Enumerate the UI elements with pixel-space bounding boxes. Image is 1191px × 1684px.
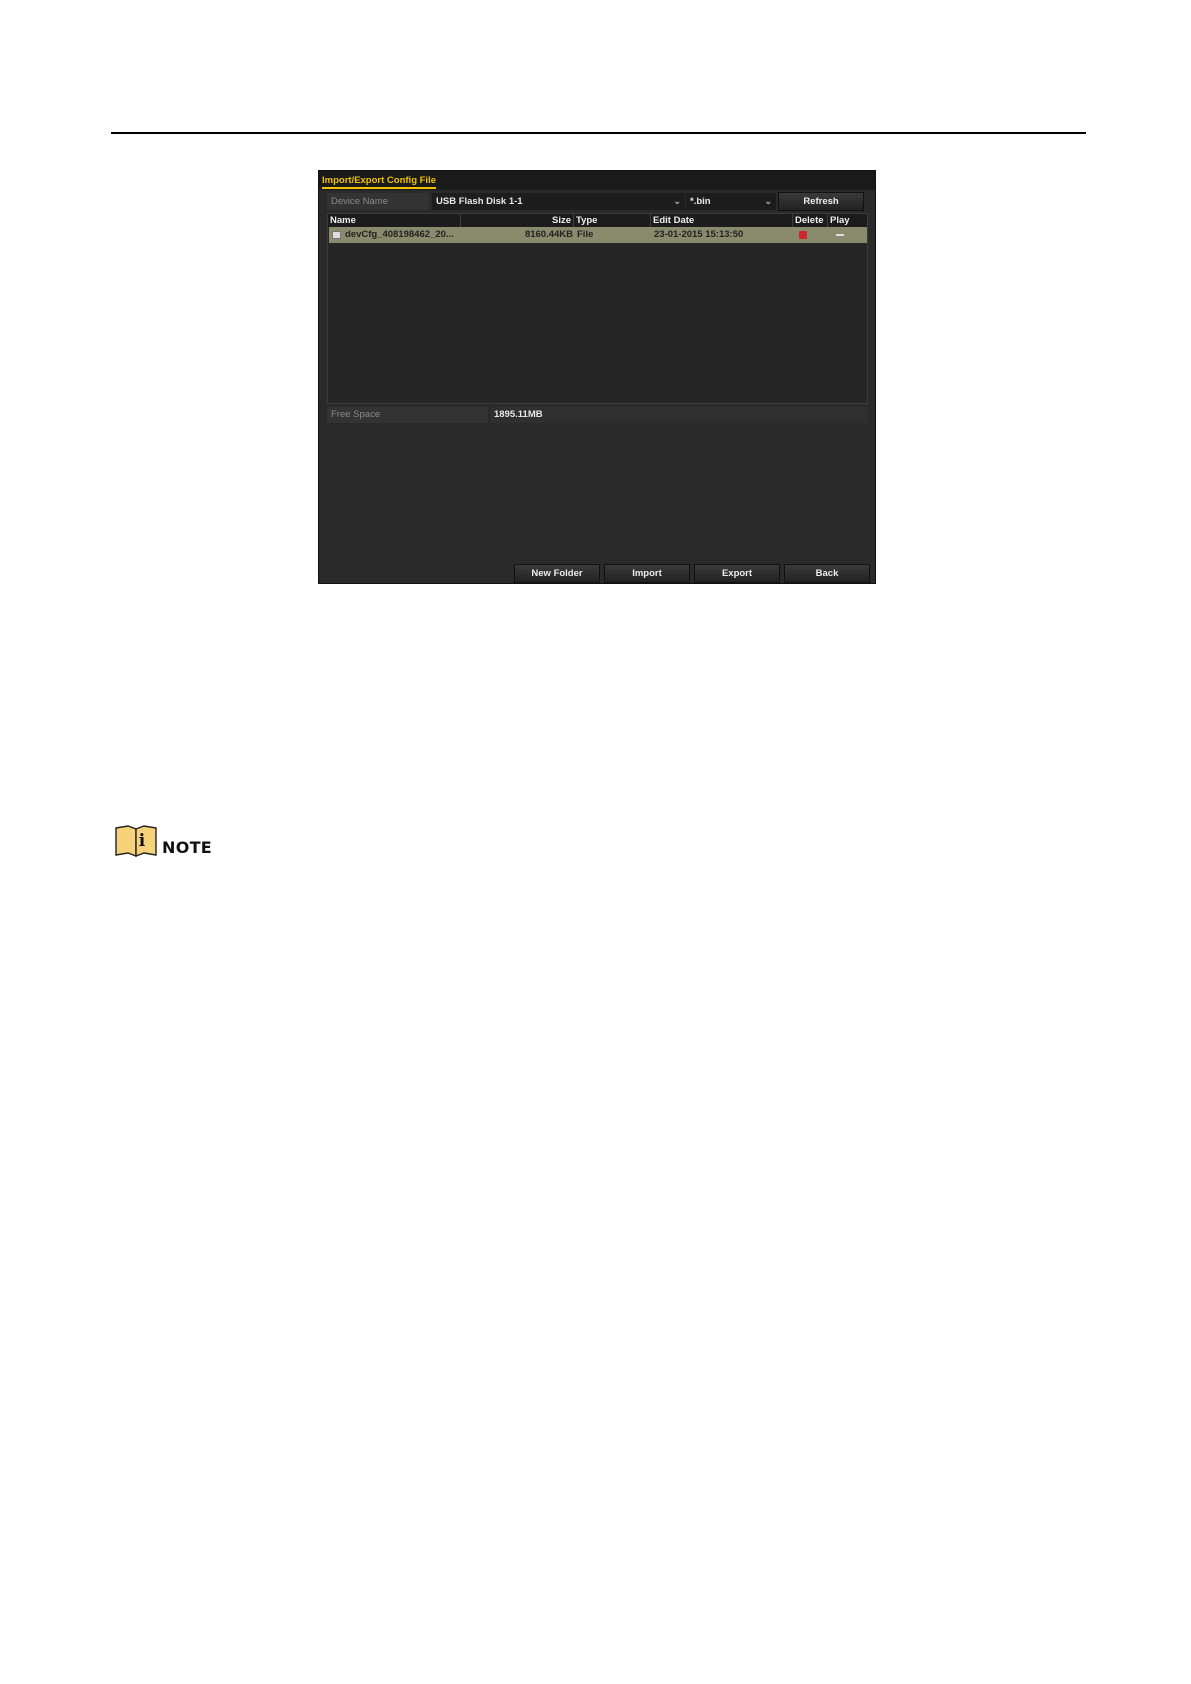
chevron-down-icon: ⌄ bbox=[673, 196, 681, 206]
column-header-type[interactable]: Type bbox=[574, 214, 651, 227]
device-name-value: USB Flash Disk 1-1 bbox=[436, 196, 523, 207]
file-size: 8160.44KB bbox=[524, 229, 573, 240]
play-unavailable-icon bbox=[836, 234, 844, 236]
header-rule bbox=[111, 132, 1086, 134]
import-button[interactable]: Import bbox=[604, 564, 690, 583]
file-icon bbox=[332, 231, 341, 239]
delete-icon[interactable] bbox=[799, 231, 807, 239]
dvr-dialog: Import/Export Config File Device Name US… bbox=[318, 170, 876, 584]
file-type: File bbox=[577, 229, 594, 240]
column-header-delete: Delete bbox=[793, 214, 828, 227]
table-row[interactable]: devCfg_408198462_20... 8160.44KB File 23… bbox=[329, 227, 867, 243]
dialog-header: Import/Export Config File bbox=[319, 171, 875, 190]
file-filter-value: *.bin bbox=[690, 196, 711, 207]
column-header-play: Play bbox=[830, 215, 850, 226]
table-header: Name Size Type Edit Date Delete Play bbox=[328, 214, 867, 227]
file-edit-date: 23-01-2015 15:13:50 bbox=[654, 229, 744, 240]
device-name-label: Device Name bbox=[327, 193, 429, 210]
file-table: Name Size Type Edit Date Delete Play dev… bbox=[327, 213, 868, 404]
free-space-value: 1895.11MB bbox=[490, 407, 868, 423]
back-button[interactable]: Back bbox=[784, 564, 870, 583]
device-name-select[interactable]: USB Flash Disk 1-1 ⌄ bbox=[432, 193, 685, 210]
column-header-edit-date[interactable]: Edit Date bbox=[651, 214, 793, 227]
svg-text:i: i bbox=[139, 831, 146, 851]
file-filter-select[interactable]: *.bin ⌄ bbox=[686, 193, 776, 210]
free-space-row: Free Space 1895.11MB bbox=[327, 407, 868, 423]
note-book-info-icon: i bbox=[115, 825, 157, 858]
export-button[interactable]: Export bbox=[694, 564, 780, 583]
note-label: NOTE bbox=[162, 838, 213, 857]
file-name: devCfg_408198462_20... bbox=[345, 229, 454, 240]
new-folder-button[interactable]: New Folder bbox=[514, 564, 600, 583]
column-header-size[interactable]: Size bbox=[461, 214, 574, 227]
free-space-label: Free Space bbox=[327, 407, 488, 423]
column-header-name[interactable]: Name bbox=[328, 214, 461, 227]
refresh-button[interactable]: Refresh bbox=[778, 192, 864, 211]
dialog-title-tab[interactable]: Import/Export Config File bbox=[322, 175, 436, 189]
chevron-down-icon: ⌄ bbox=[764, 196, 772, 206]
